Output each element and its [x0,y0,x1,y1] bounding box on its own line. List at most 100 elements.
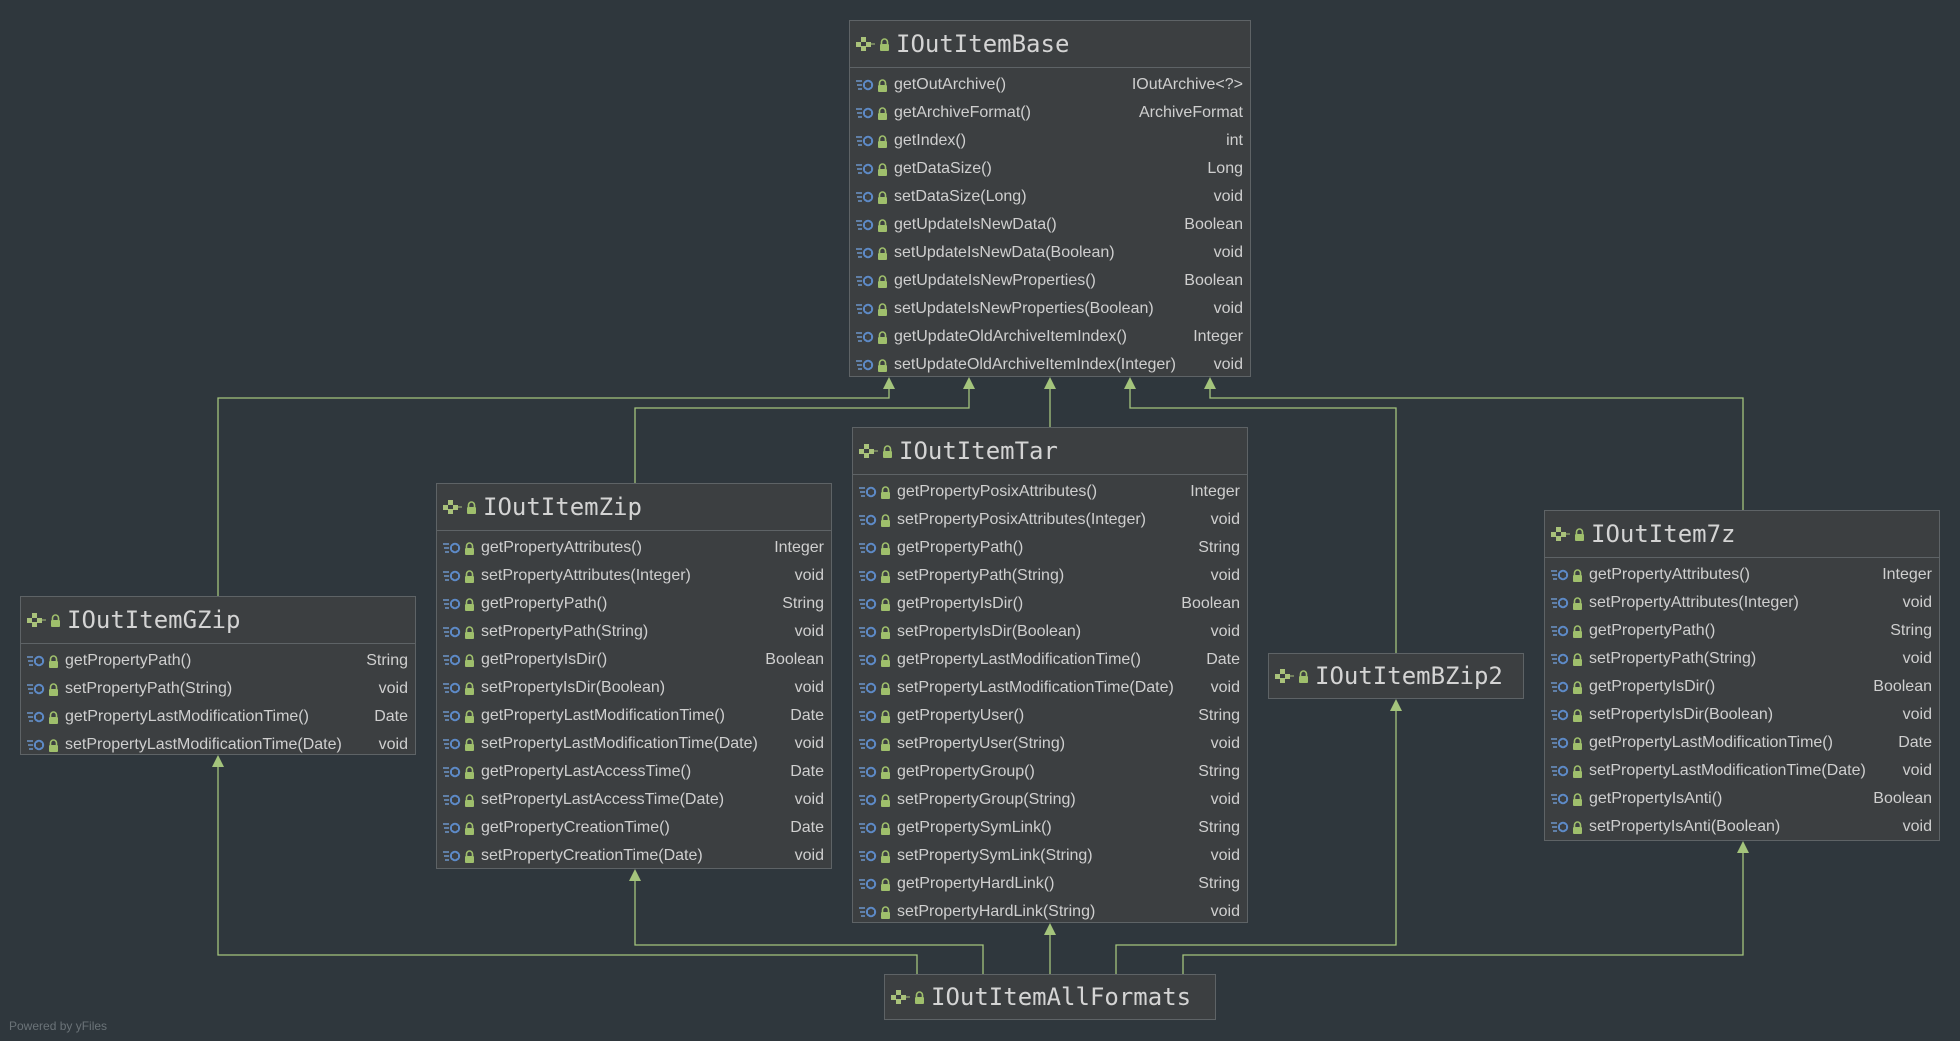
method-icon [1551,568,1569,582]
method-row[interactable]: getPropertyAttributes() Integer [1545,561,1939,589]
method-row[interactable]: getUpdateIsNewData() Boolean [850,211,1250,239]
method-icon [443,793,461,807]
method-row[interactable]: getPropertyLastModificationTime() Date [853,646,1247,674]
return-type: String [1198,707,1240,724]
class-ioutitemgzip[interactable]: IOutItemGZip getPropertyPath() String setP… [20,596,416,755]
method-row[interactable]: getPropertyPath() String [853,534,1247,562]
method-row[interactable]: setPropertyLastModificationTime(Date) voi… [437,730,831,758]
class-ioutitemallformats[interactable]: IOutItemAllFormats [884,974,1216,1020]
method-row[interactable]: getPropertySymLink() String [853,814,1247,842]
method-row[interactable]: getPropertyLastAccessTime() Date [437,758,831,786]
method-row[interactable]: getPropertyCreationTime() Date [437,814,831,842]
lock-icon [879,37,890,51]
class-ioutitemtar[interactable]: IOutItemTar getPropertyPosixAttributes()… [852,427,1248,923]
method-row[interactable]: getUpdateOldArchiveItemIndex() Integer [850,323,1250,351]
method-row[interactable]: getPropertyPosixAttributes() Integer [853,478,1247,506]
method-row[interactable]: setPropertyHardLink(String) void [853,898,1247,926]
method-row[interactable]: setPropertyAttributes(Integer) void [437,562,831,590]
lock-icon [464,653,475,667]
method-row[interactable]: getIndex() int [850,127,1250,155]
method-row[interactable]: setPropertyIsDir(Boolean) void [853,618,1247,646]
method-icon [856,78,874,92]
method-icon [443,569,461,583]
method-row[interactable]: getPropertyIsDir() Boolean [853,590,1247,618]
method-row[interactable]: setPropertyIsDir(Boolean) void [437,674,831,702]
method-row[interactable]: setPropertyIsDir(Boolean) void [1545,701,1939,729]
method-row[interactable]: getPropertyPath() String [437,590,831,618]
method-row[interactable]: setDataSize(Long) void [850,183,1250,211]
return-type: Boolean [1873,790,1932,807]
method-row[interactable]: setPropertyPath(String) void [853,562,1247,590]
member-list: getPropertyPath() String setPropertyPath(S… [21,644,415,759]
interface-icon [891,990,911,1004]
method-row[interactable]: getPropertyPath() String [1545,617,1939,645]
lock-icon [880,849,891,863]
class-ioutitembzip2[interactable]: IOutItemBZip2 [1268,653,1524,699]
method-row[interactable]: setPropertyAttributes(Integer) void [1545,589,1939,617]
method-row[interactable]: getPropertyLastModificationTime() Date [437,702,831,730]
class-ioutitemzip[interactable]: IOutItemZip getPropertyAttributes() Integ… [436,483,832,869]
method-name: setPropertyLastModificationTime(Date) [65,736,342,753]
method-row[interactable]: setUpdateIsNewData(Boolean) void [850,239,1250,267]
method-row[interactable]: setPropertyGroup(String) void [853,786,1247,814]
return-type: String [1198,875,1240,892]
method-row[interactable]: getPropertyAttributes() Integer [437,534,831,562]
method-row[interactable]: setPropertyLastModificationTime(Date) voi… [853,674,1247,702]
method-row[interactable]: getPropertyGroup() String [853,758,1247,786]
method-row[interactable]: getOutArchive() IOutArchive<?> [850,71,1250,99]
method-row[interactable]: setPropertyPath(String) void [437,618,831,646]
return-type: void [1213,244,1243,261]
method-row[interactable]: setPropertyCreationTime(Date) void [437,842,831,870]
method-row[interactable]: setPropertySymLink(String) void [853,842,1247,870]
lock-icon [48,710,59,724]
method-name: getPropertyLastAccessTime() [481,763,692,780]
lock-icon [877,218,888,232]
method-icon [859,569,877,583]
lock-icon [1572,624,1583,638]
method-row[interactable]: setPropertyPath(String) void [1545,645,1939,673]
class-ioutitembase[interactable]: IOutItemBase getOutArchive() IOutArchive<… [849,20,1251,377]
method-row[interactable]: getPropertyPath() String [21,647,415,675]
member-list: getOutArchive() IOutArchive<?> getArchiveF… [850,68,1250,379]
class-header: IOutItemBZip2 [1269,654,1523,698]
method-row[interactable]: setPropertyPath(String) void [21,675,415,703]
lock-icon [877,274,888,288]
method-row[interactable]: getPropertyIsDir() Boolean [437,646,831,674]
return-type: void [1210,903,1240,920]
method-icon [27,738,45,752]
class-header: IOutItemBase [850,21,1250,68]
return-type: Date [1898,734,1932,751]
powered-by-label: Powered by yFiles [9,1019,108,1033]
method-row[interactable]: getPropertyIsDir() Boolean [1545,673,1939,701]
method-row[interactable]: setPropertyUser(String) void [853,730,1247,758]
method-icon [443,653,461,667]
lock-icon [880,793,891,807]
method-row[interactable]: setUpdateOldArchiveItemIndex(Integer) voi… [850,351,1250,379]
method-row[interactable]: getArchiveFormat() ArchiveFormat [850,99,1250,127]
method-name: setPropertyUser(String) [897,735,1066,752]
method-row[interactable]: getPropertyHardLink() String [853,870,1247,898]
method-row[interactable]: getPropertyIsAnti() Boolean [1545,785,1939,813]
method-name: getPropertyPath() [897,539,1024,556]
method-row[interactable]: getPropertyLastModificationTime() Date [21,703,415,731]
method-name: setPropertyPath(String) [1589,650,1757,667]
method-row[interactable]: setPropertyLastModificationTime(Date) voi… [21,731,415,759]
method-row[interactable]: setPropertyPosixAttributes(Integer) void [853,506,1247,534]
lock-icon [1572,680,1583,694]
class-ioutitem7z[interactable]: IOutItem7z getPropertyAttributes() Intege… [1544,510,1940,841]
method-row[interactable]: setUpdateIsNewProperties(Boolean) void [850,295,1250,323]
method-row[interactable]: setPropertyLastModificationTime(Date) voi… [1545,757,1939,785]
method-name: setPropertyAttributes(Integer) [1589,594,1799,611]
return-type: Integer [774,539,824,556]
method-row[interactable]: getPropertyLastModificationTime() Date [1545,729,1939,757]
method-name: getPropertyHardLink() [897,875,1055,892]
return-type: void [794,679,824,696]
lock-icon [880,541,891,555]
method-row[interactable]: getDataSize() Long [850,155,1250,183]
method-name: getPropertyCreationTime() [481,819,670,836]
class-name: IOutItem7z [1591,520,1736,548]
method-row[interactable]: getUpdateIsNewProperties() Boolean [850,267,1250,295]
method-row[interactable]: setPropertyLastAccessTime(Date) void [437,786,831,814]
method-row[interactable]: getPropertyUser() String [853,702,1247,730]
method-row[interactable]: setPropertyIsAnti(Boolean) void [1545,813,1939,841]
